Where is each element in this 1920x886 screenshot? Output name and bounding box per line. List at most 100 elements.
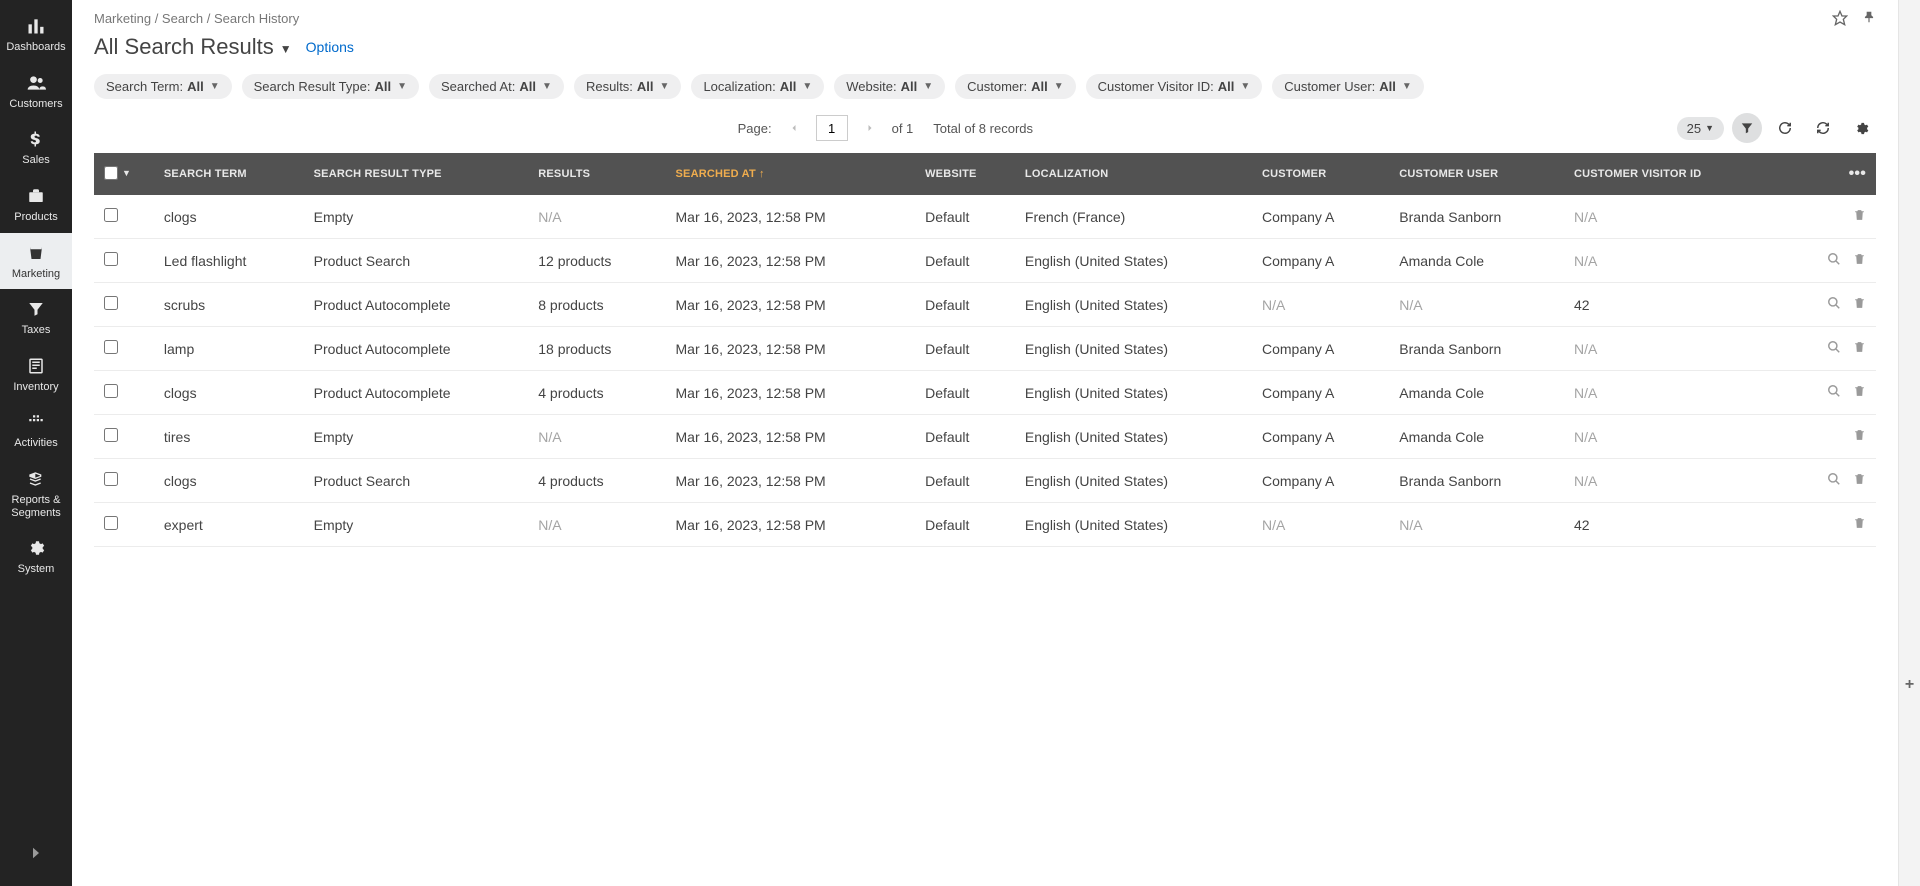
filter-chip-localization[interactable]: Localization: All▼	[691, 74, 824, 99]
cell-term: lamp	[154, 327, 304, 371]
add-widget-button[interactable]: +	[1905, 664, 1914, 706]
row-delete-button[interactable]	[1853, 252, 1866, 266]
page-input[interactable]	[816, 115, 848, 141]
table-row[interactable]: tiresEmptyN/AMar 16, 2023, 12:58 PMDefau…	[94, 415, 1876, 459]
column-header-customer_user[interactable]: CUSTOMER USER	[1389, 153, 1564, 195]
row-delete-button[interactable]	[1853, 384, 1866, 398]
sidebar-item-sales[interactable]: Sales	[0, 119, 72, 176]
column-header-actions[interactable]: •••	[1776, 153, 1876, 195]
table-row[interactable]: lampProduct Autocomplete18 productsMar 1…	[94, 327, 1876, 371]
column-header-term[interactable]: SEARCH TERM	[154, 153, 304, 195]
cell-results: N/A	[528, 503, 665, 547]
filter-toggle-button[interactable]	[1732, 113, 1762, 143]
caret-down-icon: ▼	[1402, 81, 1412, 92]
sidebar-item-system[interactable]: System	[0, 528, 72, 585]
sidebar-item-label: Inventory	[13, 381, 58, 394]
row-search-button[interactable]	[1827, 296, 1841, 310]
reset-button[interactable]	[1808, 113, 1838, 143]
sidebar-item-reports[interactable]: Reports & Segments	[0, 459, 72, 528]
row-delete-button[interactable]	[1853, 296, 1866, 310]
sidebar-collapse[interactable]	[13, 830, 59, 876]
filter-chip-website[interactable]: Website: All▼	[834, 74, 945, 99]
table-row[interactable]: expertEmptyN/AMar 16, 2023, 12:58 PMDefa…	[94, 503, 1876, 547]
sidebar-item-marketing[interactable]: Marketing	[0, 233, 72, 290]
cell-searched_at: Mar 16, 2023, 12:58 PM	[666, 283, 916, 327]
row-checkbox[interactable]	[104, 296, 118, 310]
chip-value: All	[519, 79, 536, 94]
sidebar-item-taxes[interactable]: Taxes	[0, 289, 72, 346]
row-search-button[interactable]	[1827, 340, 1841, 354]
cell-term: clogs	[154, 371, 304, 415]
page-prev-button[interactable]	[782, 120, 806, 136]
cell-website: Default	[915, 371, 1015, 415]
page-title-dropdown[interactable]: All Search Results ▼	[94, 34, 292, 60]
table-row[interactable]: clogsEmptyN/AMar 16, 2023, 12:58 PMDefau…	[94, 195, 1876, 239]
grid-settings-button[interactable]	[1846, 113, 1876, 143]
row-search-button[interactable]	[1827, 252, 1841, 266]
cell-customer: Company A	[1252, 239, 1389, 283]
chip-label: Search Result Type:	[254, 79, 371, 94]
cell-website: Default	[915, 415, 1015, 459]
pagesize-dropdown[interactable]: 25 ▼	[1677, 117, 1724, 140]
cell-results: N/A	[528, 195, 665, 239]
sidebar-item-dashboards[interactable]: Dashboards	[0, 6, 72, 63]
filter-chip-customer[interactable]: Customer: All▼	[955, 74, 1076, 99]
favorite-star-icon[interactable]	[1832, 10, 1848, 26]
sidebar-item-activities[interactable]: Activities	[0, 402, 72, 459]
breadcrumb[interactable]: Marketing / Search / Search History	[94, 11, 299, 26]
sidebar-item-label: System	[18, 563, 55, 576]
column-header-searched_at[interactable]: SEARCHED AT↑	[666, 153, 916, 195]
cell-website: Default	[915, 503, 1015, 547]
filter-bar: Search Term: All▼ Search Result Type: All…	[72, 74, 1898, 113]
table-row[interactable]: clogsProduct Autocomplete4 productsMar 1…	[94, 371, 1876, 415]
cell-customer_user: Amanda Cole	[1389, 239, 1564, 283]
table-row[interactable]: Led flashlightProduct Search12 productsM…	[94, 239, 1876, 283]
row-checkbox[interactable]	[104, 516, 118, 530]
row-delete-button[interactable]	[1853, 340, 1866, 354]
column-header-customer[interactable]: CUSTOMER	[1252, 153, 1389, 195]
row-delete-button[interactable]	[1853, 516, 1866, 530]
chip-value: All	[1031, 79, 1048, 94]
filter-chip-customer-user[interactable]: Customer User: All▼	[1272, 74, 1424, 99]
row-delete-button[interactable]	[1853, 208, 1866, 222]
filter-chip-customer-visitor-id[interactable]: Customer Visitor ID: All▼	[1086, 74, 1263, 99]
sidebar-item-customers[interactable]: Customers	[0, 63, 72, 120]
column-header-website[interactable]: WEBSITE	[915, 153, 1015, 195]
pin-icon[interactable]	[1862, 10, 1876, 26]
filter-chip-search-term[interactable]: Search Term: All▼	[94, 74, 232, 99]
cell-searched_at: Mar 16, 2023, 12:58 PM	[666, 459, 916, 503]
row-checkbox[interactable]	[104, 340, 118, 354]
row-search-button[interactable]	[1827, 472, 1841, 486]
column-header-localization[interactable]: LOCALIZATION	[1015, 153, 1252, 195]
filter-chip-results[interactable]: Results: All▼	[574, 74, 682, 99]
cell-customer_user: Amanda Cole	[1389, 415, 1564, 459]
sidebar-item-label: Customers	[9, 98, 62, 111]
row-checkbox[interactable]	[104, 472, 118, 486]
filter-chip-searched-at[interactable]: Searched At: All▼	[429, 74, 564, 99]
sidebar-item-label: Reports & Segments	[2, 494, 70, 519]
refresh-button[interactable]	[1770, 113, 1800, 143]
filter-chip-search-result-type[interactable]: Search Result Type: All▼	[242, 74, 419, 99]
column-header-results[interactable]: RESULTS	[528, 153, 665, 195]
table-row[interactable]: clogsProduct Search4 productsMar 16, 202…	[94, 459, 1876, 503]
page-next-button[interactable]	[858, 120, 882, 136]
sidebar-item-inventory[interactable]: Inventory	[0, 346, 72, 403]
row-delete-button[interactable]	[1853, 428, 1866, 442]
row-checkbox[interactable]	[104, 208, 118, 222]
page-label: Page:	[738, 121, 772, 136]
options-link[interactable]: Options	[306, 39, 354, 55]
select-all-checkbox[interactable]: ▼	[104, 166, 131, 180]
row-delete-button[interactable]	[1853, 472, 1866, 486]
row-checkbox[interactable]	[104, 428, 118, 442]
cell-term: scrubs	[154, 283, 304, 327]
row-search-button[interactable]	[1827, 384, 1841, 398]
column-header-visitor_id[interactable]: CUSTOMER VISITOR ID	[1564, 153, 1776, 195]
cell-type: Product Autocomplete	[304, 327, 529, 371]
caret-down-icon: ▼	[542, 81, 552, 92]
row-checkbox[interactable]	[104, 384, 118, 398]
row-checkbox[interactable]	[104, 252, 118, 266]
column-header-type[interactable]: SEARCH RESULT TYPE	[304, 153, 529, 195]
sidebar-item-products[interactable]: Products	[0, 176, 72, 233]
cell-localization: English (United States)	[1015, 239, 1252, 283]
table-row[interactable]: scrubsProduct Autocomplete8 productsMar …	[94, 283, 1876, 327]
